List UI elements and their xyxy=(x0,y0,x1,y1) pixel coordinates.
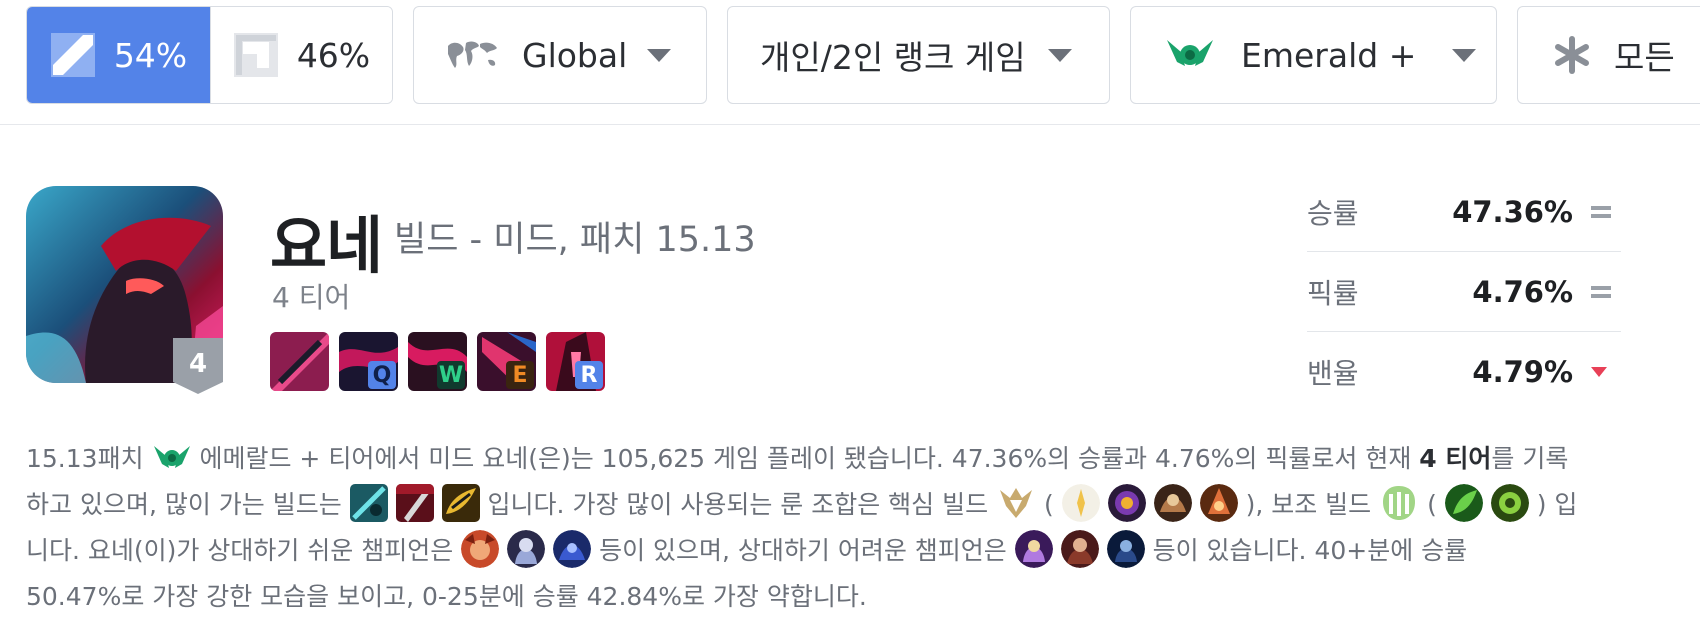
precision-rune-icon xyxy=(1000,488,1033,518)
skill-passive[interactable] xyxy=(270,332,329,391)
champion-description: 15.13패치 에메랄드 + 티어에서 미드 요네(은)는 105,625 게임… xyxy=(26,436,1646,620)
blue-side-icon xyxy=(50,33,95,77)
rune-icon[interactable] xyxy=(1444,484,1483,522)
desc-text: 에메랄드 + 티어에서 미드 요네(은)는 105,625 게임 플레이 됐습니… xyxy=(199,444,1420,473)
tier-dropdown[interactable]: Emerald + xyxy=(1130,6,1497,104)
emerald-tier-icon xyxy=(153,446,190,468)
desc-text: ), 보조 빌드 xyxy=(1245,490,1380,519)
queue-dropdown[interactable]: 개인/2인 랭크 게임 xyxy=(727,6,1110,104)
desc-text: 50.47%로 가장 강한 모습을 보이고, 0-25분에 승률 42.84%로… xyxy=(26,582,867,611)
desc-text: 하고 있으며, 많이 가는 빌드는 xyxy=(26,490,350,519)
pickrate-row: 픽률 4.76% xyxy=(1307,252,1621,332)
champion-icon[interactable] xyxy=(1060,530,1099,568)
desc-text: 니다. 요네(이)가 상대하기 쉬운 챔피언은 xyxy=(26,536,462,565)
red-side-pct: 46% xyxy=(296,35,371,75)
trend-down-icon xyxy=(1591,367,1607,377)
desc-text: ) 입 xyxy=(1536,490,1578,519)
region-dropdown[interactable]: Global xyxy=(413,6,707,104)
w-key-label: W xyxy=(437,361,465,389)
blue-side-pct: 54% xyxy=(113,35,188,75)
stats-panel: 승률 47.36% 픽률 4.76% 밴율 4.79% xyxy=(1307,172,1621,412)
desc-text: 입니다. 가장 많이 사용되는 룬 조합은 핵심 빌드 xyxy=(487,490,997,519)
world-map-icon xyxy=(448,41,497,68)
region-label: Global xyxy=(522,35,628,75)
champion-subtitle: 빌드 - 미드, 패치 15.13 xyxy=(394,220,756,260)
all-roles-icon xyxy=(1555,36,1589,74)
desc-text: 15.13패치 xyxy=(26,444,152,473)
tier-badge: 4 xyxy=(173,338,223,394)
role-dropdown[interactable]: 모든 xyxy=(1517,6,1700,104)
winrate-row: 승률 47.36% xyxy=(1307,172,1621,252)
queue-label: 개인/2인 랭크 게임 xyxy=(760,38,1026,77)
champion-icon[interactable] xyxy=(553,530,592,568)
desc-text: 등이 있습니다. 40+분에 승률 xyxy=(1152,536,1468,565)
rune-icon[interactable] xyxy=(1061,484,1100,522)
chevron-down-icon xyxy=(1047,48,1072,62)
resolve-rune-icon xyxy=(1383,486,1416,520)
champion-icon[interactable] xyxy=(507,530,546,568)
skill-q[interactable]: Q xyxy=(339,332,398,391)
desc-text: 등이 있으며, 상대하기 어려운 챔피언은 xyxy=(599,536,1015,565)
filter-bar: 54% 46% Global 개인/2인 랭크 게임 Emerald + 모든 xyxy=(0,0,1700,125)
side-winrate-toggle[interactable]: 54% 46% xyxy=(26,6,393,104)
rune-icon[interactable] xyxy=(1153,484,1192,522)
winrate-value: 47.36% xyxy=(1452,194,1573,229)
trend-equal-icon xyxy=(1591,205,1611,218)
item-icon[interactable] xyxy=(349,484,388,522)
passive-skill-icon xyxy=(270,332,329,391)
banrate-row: 밴율 4.79% xyxy=(1307,332,1621,412)
desc-tier-highlight: 4 티어 xyxy=(1419,444,1492,473)
chevron-down-icon xyxy=(647,48,672,62)
emerald-tier-icon xyxy=(1167,40,1213,66)
skill-r[interactable]: R xyxy=(546,332,605,391)
red-side-button[interactable]: 46% xyxy=(210,7,392,103)
rune-icon[interactable] xyxy=(1490,484,1529,522)
red-side-icon xyxy=(233,33,278,77)
desc-text: ( xyxy=(1427,490,1437,519)
chevron-down-icon xyxy=(1452,48,1477,62)
champion-name: 요네 xyxy=(270,209,383,282)
champion-icon[interactable] xyxy=(1106,530,1145,568)
desc-text: 를 기록 xyxy=(1491,444,1569,473)
banrate-label: 밴율 xyxy=(1307,357,1359,390)
e-key-label: E xyxy=(506,361,534,389)
champion-icon[interactable] xyxy=(461,530,500,568)
winrate-label: 승률 xyxy=(1307,196,1359,230)
q-key-label: Q xyxy=(368,361,396,389)
r-key-label: R xyxy=(575,361,603,389)
skill-e[interactable]: E xyxy=(477,332,536,391)
pickrate-label: 픽률 xyxy=(1307,276,1359,310)
tier-label: Emerald + xyxy=(1241,35,1417,75)
item-icon[interactable] xyxy=(441,484,480,522)
blue-side-button[interactable]: 54% xyxy=(27,7,210,103)
banrate-value: 4.79% xyxy=(1472,355,1573,389)
role-label: 모든 xyxy=(1614,38,1675,77)
skill-w[interactable]: W xyxy=(408,332,467,391)
tier-badge-number: 4 xyxy=(189,349,207,379)
champion-tier-text: 4 티어 xyxy=(272,281,351,314)
desc-text: ( xyxy=(1044,490,1054,519)
rune-icon[interactable] xyxy=(1199,484,1238,522)
item-icon[interactable] xyxy=(395,484,434,522)
skill-list: Q W E R xyxy=(270,332,605,391)
trend-equal-icon xyxy=(1591,285,1611,298)
champion-icon[interactable] xyxy=(1014,530,1053,568)
pickrate-value: 4.76% xyxy=(1472,274,1573,309)
rune-icon[interactable] xyxy=(1107,484,1146,522)
